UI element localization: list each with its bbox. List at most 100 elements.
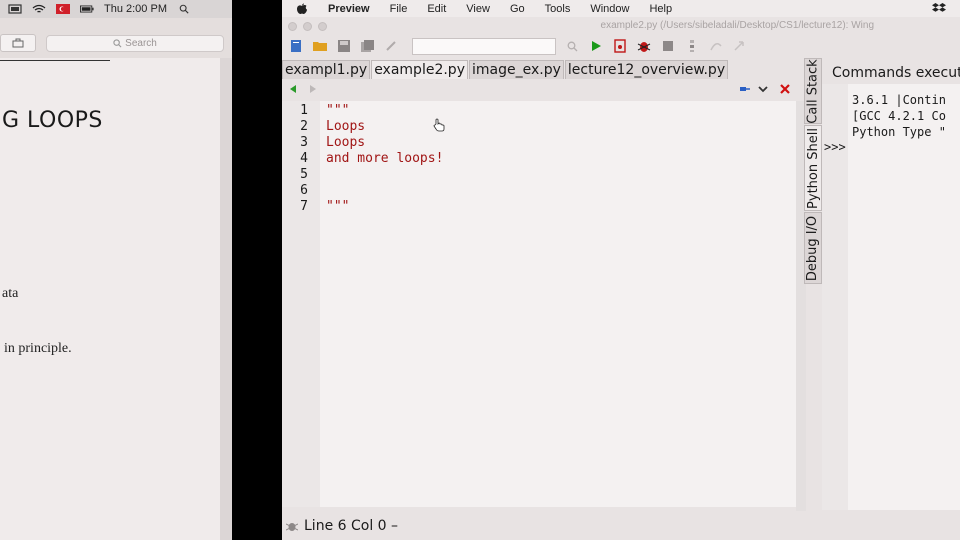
wand-icon (386, 41, 396, 51)
stop-button[interactable] (660, 38, 676, 54)
search-input[interactable]: Search (46, 34, 224, 52)
shell-prompt-gutter: >>> (822, 84, 848, 510)
line-number: 5 (300, 167, 308, 182)
menu-edit[interactable]: Edit (417, 3, 456, 15)
code-text: and more loops! (326, 151, 444, 166)
python-shell-output[interactable]: 3.6.1 |Contin [GCC 4.2.1 Co Python Type … (848, 84, 960, 510)
flag-icon[interactable] (56, 4, 70, 14)
menu-file[interactable]: File (380, 3, 418, 15)
line-number: 4 (300, 151, 308, 166)
tab-label: Call Stack (805, 58, 821, 124)
step-into-icon (690, 40, 694, 52)
step-over-icon (710, 43, 722, 51)
run-button[interactable] (588, 38, 604, 54)
stop-icon (663, 41, 673, 51)
code-line: 5 (282, 167, 308, 183)
menu-tools[interactable]: Tools (535, 3, 581, 15)
shell-output-line: 3.6.1 |Contin (852, 93, 946, 107)
save-all-icon (361, 40, 374, 52)
step-out-icon (734, 41, 744, 51)
step-into-button[interactable] (684, 38, 700, 54)
save-icon (338, 40, 350, 52)
tab-exampl1[interactable]: exampl1.py (282, 60, 371, 79)
document-page: G LOOPS ata in principle. (0, 58, 220, 540)
zoom-window-button[interactable] (318, 21, 327, 31)
close-window-button[interactable] (288, 21, 297, 31)
mouse-cursor-icon (433, 118, 445, 132)
close-icon[interactable] (780, 84, 790, 94)
debug-status-icon[interactable] (286, 520, 298, 532)
search-icon (567, 41, 577, 51)
menu-view[interactable]: View (456, 3, 500, 15)
wing-ide-window: Preview File Edit View Go Tools Window H… (282, 0, 960, 540)
app-menubar: Preview File Edit View Go Tools Window H… (282, 0, 960, 17)
line-number: 3 (300, 135, 308, 150)
editor-tab-bar: exampl1.py example2.py image_ex.py lectu… (282, 59, 802, 79)
line-number: 7 (300, 199, 308, 214)
shell-output-line: Python Type " (852, 125, 946, 139)
tab-python-shell[interactable]: Python Shell (804, 125, 822, 211)
apple-icon[interactable] (296, 3, 308, 15)
toolbar-search-input[interactable] (412, 37, 556, 55)
window-title-bar: example2.py (/Users/sibeladali/Desktop/C… (282, 17, 960, 35)
back-arrow-icon[interactable] (288, 84, 298, 94)
step-over-button[interactable] (708, 38, 724, 54)
preview-window: Thu 2:00 PM Search G LOOPS ata in princi… (0, 0, 232, 540)
forward-arrow-icon[interactable] (308, 84, 318, 94)
save-button[interactable] (336, 38, 352, 54)
code-line: 7 """ (282, 199, 349, 215)
tab-call-stack[interactable]: Call Stack (804, 58, 822, 124)
new-file-button[interactable] (288, 38, 304, 54)
menu-preview[interactable]: Preview (318, 3, 380, 15)
menu-extras-icon[interactable] (8, 4, 22, 14)
debug-file-button[interactable] (612, 38, 628, 54)
code-text: Loops (326, 119, 366, 134)
search-icon (113, 38, 122, 47)
document-heading: G LOOPS (2, 108, 103, 133)
window-title: example2.py (/Users/sibeladali/Desktop/C… (600, 20, 874, 31)
menubar-clock[interactable]: Thu 2:00 PM (104, 3, 167, 15)
code-text: """ (326, 199, 350, 214)
shell-output-line: [GCC 4.2.1 Co (852, 109, 946, 123)
page-rule (0, 60, 110, 61)
tab-debug-io[interactable]: Debug I/O (804, 212, 822, 284)
toolbar-search-button[interactable] (564, 38, 580, 54)
tab-image-ex[interactable]: image_ex.py (468, 60, 564, 79)
tab-lecture12-overview[interactable]: lecture12_overview.py (564, 60, 729, 79)
spotlight-search-icon[interactable] (177, 4, 191, 14)
open-file-button[interactable] (312, 38, 328, 54)
menu-help[interactable]: Help (639, 3, 682, 15)
dropbox-icon[interactable] (932, 2, 946, 14)
menu-window[interactable]: Window (580, 3, 639, 15)
ide-toolbar (282, 35, 960, 57)
new-file-icon (291, 40, 301, 52)
document-text: in principle. (4, 341, 72, 356)
pin-icon[interactable] (738, 84, 750, 94)
minimize-window-button[interactable] (303, 21, 312, 31)
side-tool-tabs: Call Stack Python Shell Debug I/O (804, 58, 822, 288)
code-line: 2 Loops (282, 119, 365, 135)
line-number: 1 (300, 103, 308, 118)
run-icon (592, 41, 601, 51)
tab-label: Python Shell (805, 127, 821, 209)
code-line: 6 (282, 183, 308, 199)
indent-tool-button[interactable] (384, 38, 400, 54)
code-editor[interactable]: 1 """ 2 Loops 3 Loops 4 and more loops! 5 6 … (282, 101, 802, 507)
editor-nav-bar (282, 81, 796, 101)
chevron-down-icon[interactable] (758, 84, 768, 94)
toolbox-button[interactable] (0, 34, 36, 52)
document-text: ata (2, 286, 19, 301)
preview-toolbar: Search (0, 28, 232, 58)
tab-example2[interactable]: example2.py (371, 60, 468, 79)
document-scrollbar[interactable] (220, 58, 232, 540)
status-bar: Line 6 Col 0 – (282, 512, 960, 540)
battery-icon[interactable] (80, 4, 94, 14)
shell-header: Commands execute (832, 65, 960, 81)
save-all-button[interactable] (360, 38, 376, 54)
bug-icon (637, 42, 651, 52)
debug-button[interactable] (636, 38, 652, 54)
menu-go[interactable]: Go (500, 3, 535, 15)
step-out-button[interactable] (732, 38, 748, 54)
line-number: 2 (300, 119, 308, 134)
wifi-icon[interactable] (32, 4, 46, 14)
